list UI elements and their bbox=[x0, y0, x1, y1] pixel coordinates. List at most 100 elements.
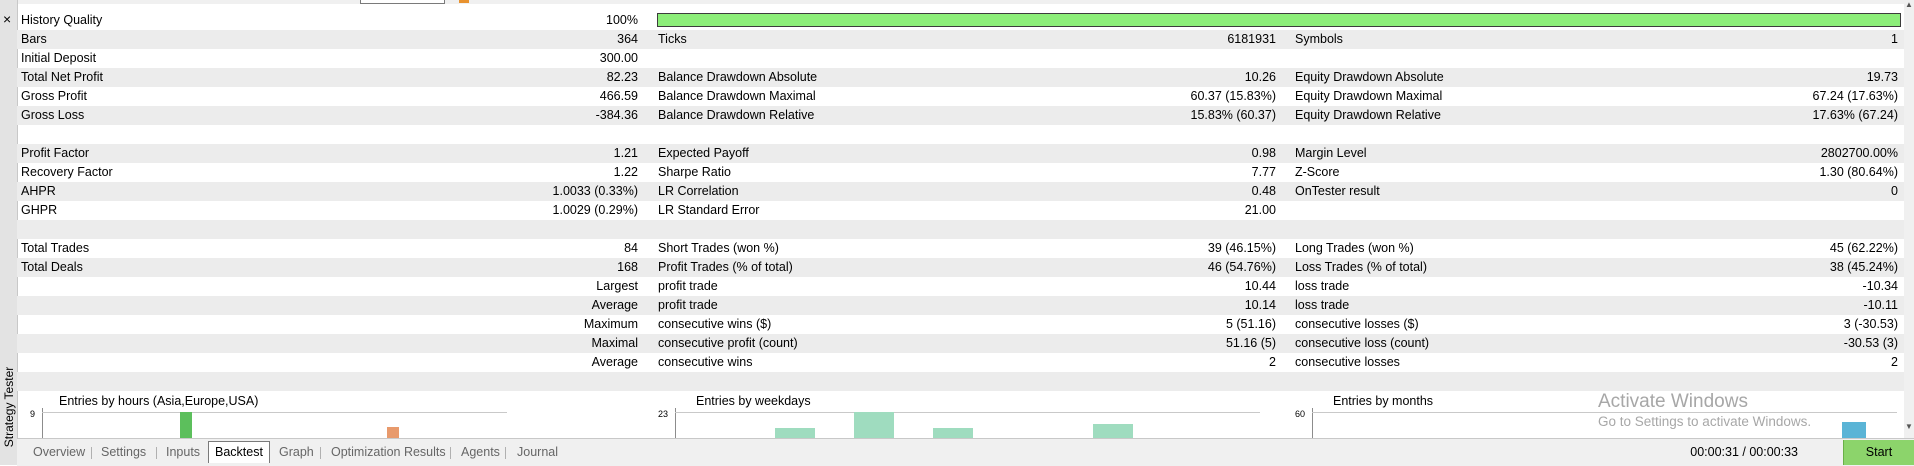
history-quality-row: History Quality 100% bbox=[17, 11, 1904, 30]
report-row: GHPR 1.0029 (0.29%) LR Standard Error 21.00 bbox=[17, 201, 1904, 220]
toolbar-field[interactable] bbox=[360, 0, 445, 4]
metric-value: 7.77 bbox=[1251, 165, 1276, 179]
tab-graph[interactable]: Graph bbox=[273, 443, 320, 461]
metric-label: Equity Drawdown Maximal bbox=[1295, 89, 1443, 103]
metric-value: 15.83% (60.37) bbox=[1190, 108, 1276, 122]
metric-label: loss trade bbox=[1295, 279, 1350, 293]
tab-separator bbox=[450, 447, 451, 459]
metric-value: 45 (62.22%) bbox=[1829, 241, 1898, 255]
metric-label: LR Correlation bbox=[658, 184, 739, 198]
metric-label: Gross Loss bbox=[21, 108, 85, 122]
metric-value: 168 bbox=[617, 260, 638, 274]
metric-label: OnTester result bbox=[1295, 184, 1380, 198]
toolbar-strip bbox=[0, 0, 1914, 4]
metric-label: Sharpe Ratio bbox=[658, 165, 731, 179]
metric-value: 39 (46.15%) bbox=[1207, 241, 1276, 255]
metric-value: 1.22 bbox=[613, 165, 638, 179]
metric-value: 1.21 bbox=[613, 146, 638, 160]
tab-separator bbox=[156, 447, 157, 459]
metric-label: Ticks bbox=[658, 32, 687, 46]
metric-value: 1 bbox=[1891, 32, 1898, 46]
metric-value: -30.53 (3) bbox=[1843, 336, 1898, 350]
metric-label: Total Trades bbox=[21, 241, 90, 255]
metric-label: Total Deals bbox=[21, 260, 83, 274]
report-row: Largest profit trade 10.44 loss trade -10.34 bbox=[17, 277, 1904, 296]
metric-label: Initial Deposit bbox=[21, 51, 97, 65]
metric-value: Maximal bbox=[591, 336, 638, 350]
report-row: Total Trades 84 Short Trades (won %) 39 (46… bbox=[17, 239, 1904, 258]
tab-optimization-results[interactable]: Optimization Results bbox=[325, 443, 452, 461]
chart-ytick: 9 bbox=[29, 409, 35, 419]
chart-bar bbox=[1842, 422, 1866, 438]
metric-value: 1.0029 (0.29%) bbox=[552, 203, 638, 217]
watermark-subtitle: Go to Settings to activate Windows. bbox=[1598, 414, 1812, 429]
metric-label: Equity Drawdown Absolute bbox=[1295, 70, 1444, 84]
tab-separator bbox=[505, 447, 506, 459]
scroll-down-icon[interactable]: ▼ bbox=[1905, 422, 1913, 431]
report-row: Average consecutive wins 2 consecutive loss… bbox=[17, 353, 1904, 372]
metric-value: Average bbox=[591, 355, 638, 369]
report-row bbox=[17, 220, 1904, 239]
metric-value: 0 bbox=[1891, 184, 1898, 198]
tab-journal[interactable]: Journal bbox=[511, 443, 564, 461]
metric-value: 5 (51.16) bbox=[1225, 317, 1276, 331]
metric-value: -10.34 bbox=[1862, 279, 1898, 293]
start-button[interactable]: Start bbox=[1843, 440, 1914, 465]
metric-label: Gross Profit bbox=[21, 89, 87, 103]
metric-label: consecutive profit (count) bbox=[658, 336, 798, 350]
report-row: Bars 364 Ticks 6181931 Symbols 1 bbox=[17, 30, 1904, 49]
metric-label: Recovery Factor bbox=[21, 165, 113, 179]
chart-gridline bbox=[42, 412, 507, 413]
metric-label: Balance Drawdown Relative bbox=[658, 108, 815, 122]
vertical-scrollbar[interactable]: ▲ ▼ bbox=[1904, 0, 1914, 438]
metric-value: 82.23 bbox=[606, 70, 638, 84]
chart-ytick: 23 bbox=[657, 409, 668, 419]
metric-value: 51.16 (5) bbox=[1225, 336, 1276, 350]
tab-agents[interactable]: Agents bbox=[455, 443, 506, 461]
report-row: AHPR 1.0033 (0.33%) LR Correlation 0.48 OnTe… bbox=[17, 182, 1904, 201]
report-row: Gross Loss -384.36 Balance Drawdown Relati… bbox=[17, 106, 1904, 125]
report-row bbox=[17, 125, 1904, 144]
chart-bar bbox=[775, 428, 815, 438]
tab-inputs[interactable]: Inputs bbox=[160, 443, 206, 461]
tab-overview[interactable]: Overview bbox=[27, 443, 91, 461]
metric-value: Maximum bbox=[583, 317, 638, 331]
metric-value: 466.59 bbox=[599, 89, 638, 103]
metric-label: GHPR bbox=[21, 203, 58, 217]
tab-backtest[interactable]: Backtest bbox=[208, 441, 270, 463]
metric-label: consecutive losses bbox=[1295, 355, 1400, 369]
chart-ytick: 60 bbox=[1294, 409, 1305, 419]
metric-value: 67.24 (17.63%) bbox=[1812, 89, 1898, 103]
metric-value: 19.73 bbox=[1866, 70, 1898, 84]
metric-value: 2 bbox=[1891, 355, 1898, 369]
chart-bar bbox=[1093, 424, 1133, 438]
metric-label: Profit Trades (% of total) bbox=[658, 260, 793, 274]
metric-value: -384.36 bbox=[595, 108, 638, 122]
metric-value: 10.14 bbox=[1244, 298, 1276, 312]
activate-windows-watermark: Activate Windows Go to Settings to activ… bbox=[1598, 391, 1811, 431]
scroll-up-icon[interactable]: ▲ bbox=[1905, 0, 1913, 9]
metric-label: Profit Factor bbox=[21, 146, 90, 160]
metric-label: LR Standard Error bbox=[658, 203, 760, 217]
metric-label: loss trade bbox=[1295, 298, 1350, 312]
metric-value: 6181931 bbox=[1227, 32, 1276, 46]
report-row: Maximum consecutive wins ($) 5 (51.16) cons… bbox=[17, 315, 1904, 334]
elapsed-time: 00:00:31 / 00:00:33 bbox=[1690, 445, 1798, 459]
metric-value: 10.26 bbox=[1244, 70, 1276, 84]
metric-value: 300.00 bbox=[599, 51, 638, 65]
metric-label: Balance Drawdown Absolute bbox=[658, 70, 818, 84]
metric-label: Long Trades (won %) bbox=[1295, 241, 1414, 255]
metric-value: 84 bbox=[624, 241, 638, 255]
chart-title: Entries by hours (Asia,Europe,USA) bbox=[59, 394, 259, 408]
report-row: Profit Factor 1.21 Expected Payoff 0.98 Marg… bbox=[17, 144, 1904, 163]
metric-label: AHPR bbox=[21, 184, 56, 198]
metric-value: Largest bbox=[596, 279, 638, 293]
tab-settings[interactable]: Settings bbox=[95, 443, 152, 461]
metric-label: Bars bbox=[21, 32, 47, 46]
close-icon[interactable]: × bbox=[3, 12, 11, 26]
metric-value: 46 (54.76%) bbox=[1207, 260, 1276, 274]
metric-label: Loss Trades (% of total) bbox=[1295, 260, 1428, 274]
backtest-report: History Quality 100% Bars 364 Ticks 6181931… bbox=[17, 11, 1904, 391]
chart-title: Entries by months bbox=[1333, 394, 1434, 408]
metric-value: 2 bbox=[1269, 355, 1276, 369]
